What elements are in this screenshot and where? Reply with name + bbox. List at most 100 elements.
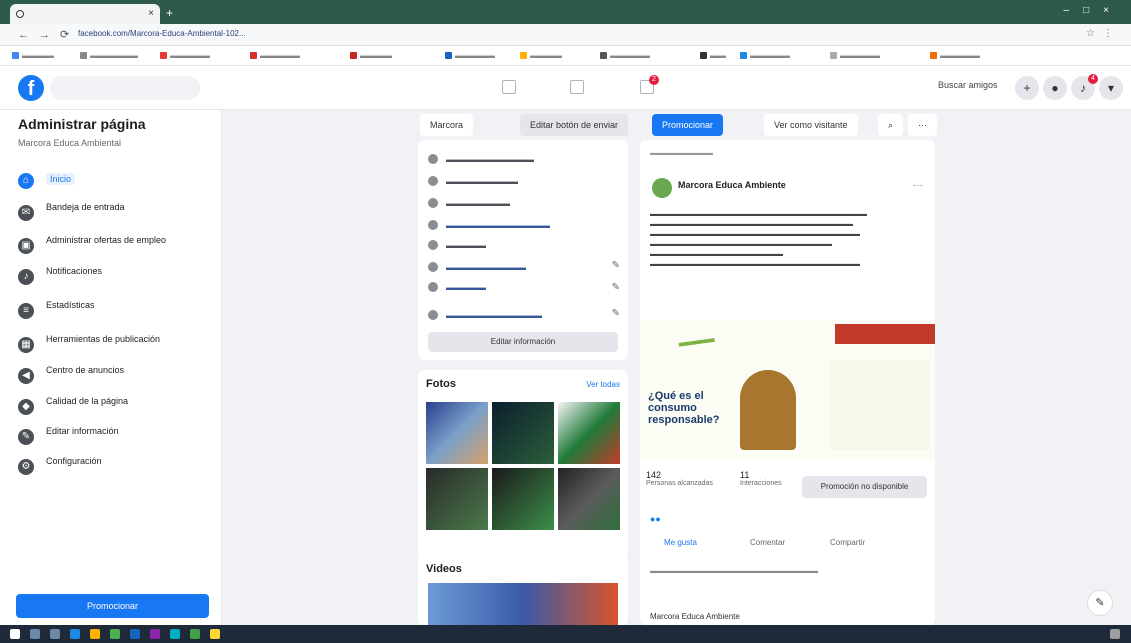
browser-nav-icons[interactable]: ←→⟳ xyxy=(18,28,79,41)
sidebar-item-inbox[interactable]: ✉ Bandeja de entrada xyxy=(14,198,214,228)
post-image-illustration xyxy=(740,370,796,450)
like-button[interactable]: Me gusta xyxy=(664,538,697,547)
sidebar-item-notifications[interactable]: ♪ Notificaciones xyxy=(14,262,214,292)
home-nav-icon[interactable] xyxy=(502,80,516,94)
about-row-link[interactable]: ▬▬▬▬▬ xyxy=(428,282,486,298)
bookmark-item[interactable]: ▬▬▬▬▬ xyxy=(160,51,210,60)
photo-thumbnail[interactable] xyxy=(426,402,488,464)
sidebar-item-edit-info[interactable]: ✎ Editar información xyxy=(14,422,214,452)
bookmark-item[interactable]: ▬▬▬▬▬▬ xyxy=(80,51,138,60)
taskbar-app-icon[interactable] xyxy=(130,629,140,639)
share-button[interactable]: Compartir xyxy=(830,538,865,547)
boost-unavailable-button[interactable]: Promoción no disponible xyxy=(802,476,927,498)
close-tab-icon[interactable]: × xyxy=(148,8,154,19)
new-message-icon[interactable]: ✎ xyxy=(1087,590,1113,616)
window-controls[interactable]: –□× xyxy=(1064,5,1123,16)
sidebar-item-inicio[interactable]: ⌂ Inicio xyxy=(14,166,214,196)
sidebar-item-label: Notificaciones xyxy=(46,266,103,276)
photo-thumbnail[interactable] xyxy=(558,468,620,530)
sidebar-item-jobs[interactable]: ▣ Administrar ofertas de empleo xyxy=(14,231,214,261)
messenger-icon[interactable]: ● xyxy=(1043,76,1067,100)
bookmark-item[interactable]: ▬▬▬▬ xyxy=(12,51,54,60)
search-input[interactable] xyxy=(50,76,200,100)
sidebar-item-insights[interactable]: ≡ Estadísticas xyxy=(14,296,214,326)
edit-info-button[interactable]: Editar información xyxy=(428,332,618,352)
comment-button[interactable]: Comentar xyxy=(750,538,785,547)
edit-send-button[interactable]: Editar botón de enviar xyxy=(520,114,629,136)
photo-thumbnail[interactable] xyxy=(558,402,620,464)
post-image-graphic xyxy=(835,324,935,344)
taskbar-app-icon[interactable] xyxy=(110,629,120,639)
edit-pencil-icon[interactable]: ✎ xyxy=(612,308,620,319)
video-thumbnail[interactable] xyxy=(428,583,618,625)
edge-icon[interactable] xyxy=(70,629,80,639)
taskbar-app-icon[interactable] xyxy=(150,629,160,639)
post-actions: Me gusta Comentar Compartir xyxy=(650,538,925,554)
sidebar-item-ad-center[interactable]: ◀ Centro de anuncios xyxy=(14,361,214,391)
photo-thumbnail[interactable] xyxy=(492,468,554,530)
sidebar-title: Administrar página xyxy=(18,116,146,132)
calendar-icon: ▦ xyxy=(18,337,34,353)
taskbar-app-icon[interactable] xyxy=(190,629,200,639)
promote-button[interactable]: Promocionar xyxy=(16,594,209,618)
pencil-icon: ✎ xyxy=(18,429,34,445)
bookmark-item[interactable]: ▬▬▬▬ xyxy=(520,51,562,60)
see-all-photos-link[interactable]: Ver todas xyxy=(586,380,620,389)
sidebar-page-name[interactable]: Marcora Educa Ambiental xyxy=(18,138,121,148)
photo-thumbnail[interactable] xyxy=(426,468,488,530)
edit-pencil-icon[interactable]: ✎ xyxy=(612,260,620,271)
profile-link[interactable]: Buscar amigos xyxy=(938,80,998,90)
view-as-visitor-button[interactable]: Ver como visitante xyxy=(764,114,858,136)
about-row-link[interactable]: ▬▬▬▬▬▬▬▬▬▬▬▬ xyxy=(428,310,542,326)
about-row-link[interactable]: ▬▬▬▬▬▬▬▬▬▬▬▬▬ xyxy=(428,220,550,236)
more-options-icon[interactable]: ··· xyxy=(908,114,937,136)
screen: × + –□× ←→⟳ facebook.com/Marcora-Educa-A… xyxy=(0,0,1131,643)
reach-count: 142 xyxy=(646,470,662,480)
page-name-button[interactable]: Marcora xyxy=(420,114,474,136)
bookmark-item[interactable]: ▬▬▬▬▬ xyxy=(740,51,790,60)
taskbar-app-icon[interactable] xyxy=(170,629,180,639)
bookmark-item[interactable]: ▬▬▬▬▬ xyxy=(250,51,300,60)
bookmarks-bar: ▬▬▬▬ ▬▬▬▬▬▬ ▬▬▬▬▬ ▬▬▬▬▬ ▬▬▬▬ ▬▬▬▬▬ ▬▬▬▬ … xyxy=(0,46,1131,66)
avatar[interactable] xyxy=(652,178,672,198)
photo-thumbnail[interactable] xyxy=(492,402,554,464)
pages-nav-icon[interactable] xyxy=(570,80,584,94)
bookmark-item[interactable]: ▬▬▬▬▬ xyxy=(930,51,980,60)
bookmark-item[interactable]: ▬▬▬▬▬ xyxy=(600,51,650,60)
post-options-icon[interactable]: ··· xyxy=(913,180,923,191)
edit-pencil-icon[interactable]: ✎ xyxy=(612,282,620,293)
bookmark-item[interactable]: ▬▬▬▬ xyxy=(350,51,392,60)
browser-tab[interactable]: × xyxy=(10,4,160,24)
gear-icon: ⚙ xyxy=(18,459,34,475)
bookmark-item[interactable]: ▬▬▬▬▬ xyxy=(830,51,880,60)
taskview-icon[interactable] xyxy=(50,629,60,639)
start-icon[interactable] xyxy=(10,629,20,639)
about-row: ▬▬▬▬▬▬▬▬▬ xyxy=(428,176,518,192)
reactions-icon[interactable]: ●● xyxy=(650,514,661,524)
new-tab-icon[interactable]: + xyxy=(166,6,173,20)
bookmark-item[interactable]: ▬▬ xyxy=(700,51,726,60)
sidebar-item-settings[interactable]: ⚙ Configuración xyxy=(14,452,214,482)
search-icon[interactable] xyxy=(30,629,40,639)
folder-icon[interactable] xyxy=(90,629,100,639)
sidebar-item-label: Herramientas de publicación xyxy=(46,334,161,344)
account-menu-icon[interactable]: ▾ xyxy=(1099,76,1123,100)
notification-center-icon[interactable] xyxy=(1110,629,1120,639)
url-field[interactable]: facebook.com/Marcora-Educa-Ambiental-102… xyxy=(78,29,246,38)
about-row-link[interactable]: ▬▬▬▬▬▬▬▬▬▬ xyxy=(428,262,526,278)
facebook-logo-icon[interactable]: f xyxy=(18,75,44,101)
post-image[interactable]: ▬▬▬ ¿Qué es el consumo responsable? xyxy=(640,320,935,460)
promote-header-button[interactable]: Promocionar xyxy=(652,114,724,136)
search-icon[interactable]: ⌕ xyxy=(878,114,904,136)
chrome-icon[interactable] xyxy=(210,629,220,639)
comment-input[interactable]: ▬▬▬▬▬▬▬▬▬▬▬▬▬▬▬▬▬▬▬▬▬▬▬▬ xyxy=(650,568,925,590)
sidebar-item-publishing-tools[interactable]: ▦ Herramientas de publicación xyxy=(14,330,214,360)
inbox-icon: ✉ xyxy=(18,205,34,221)
next-post-author[interactable]: Marcora Educa Ambiente xyxy=(650,612,740,621)
create-plus-icon[interactable]: + xyxy=(1015,76,1039,100)
bookmark-item[interactable]: ▬▬▬▬▬ xyxy=(445,51,495,60)
post-author[interactable]: Marcora Educa Ambiente xyxy=(678,180,786,190)
sidebar-item-page-quality[interactable]: ◆ Calidad de la página xyxy=(14,392,214,422)
browser-toolbar-icons[interactable]: ☆⋮ xyxy=(1086,28,1121,39)
sidebar-item-label: Estadísticas xyxy=(46,300,95,310)
